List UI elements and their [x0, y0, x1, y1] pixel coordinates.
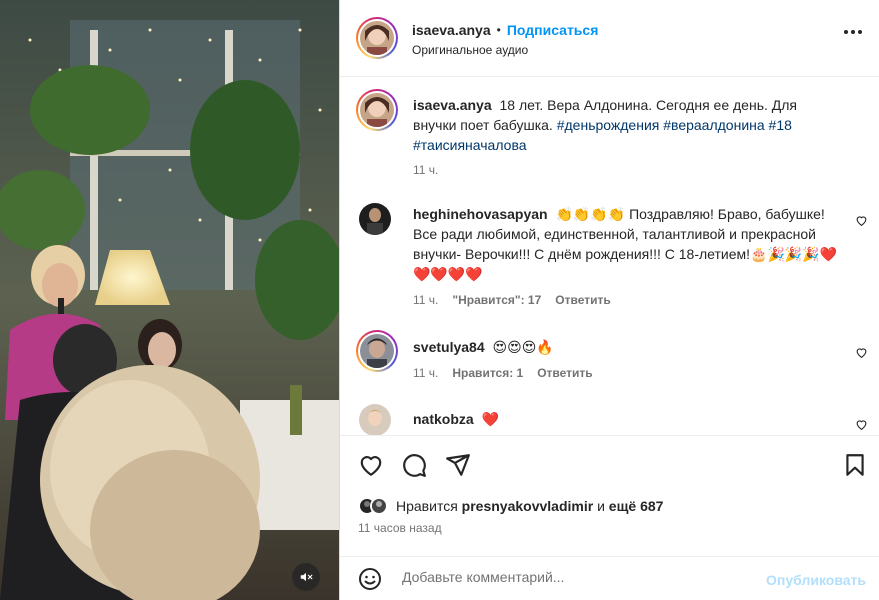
- heart-icon[interactable]: [855, 346, 868, 359]
- likes-summary: Нравится presnyakovvladimir и ещё 687: [358, 497, 663, 515]
- reply-button[interactable]: Ответить: [555, 293, 610, 307]
- comment-text: natkobza ❤️: [413, 409, 843, 429]
- liker-avatar: [370, 497, 388, 515]
- comment-body: ❤️: [481, 411, 500, 427]
- bookmark-icon[interactable]: [842, 452, 868, 478]
- likes-and: и: [597, 498, 605, 514]
- publish-button[interactable]: Опубликовать: [766, 572, 866, 588]
- comment-meta: 11 ч. Нравится: 1 Ответить: [413, 366, 593, 380]
- smiley-icon[interactable]: [358, 567, 382, 591]
- header-separator: •: [496, 23, 501, 37]
- comment-time[interactable]: 11 ч.: [413, 366, 438, 380]
- comment-username[interactable]: svetulya84: [413, 339, 485, 355]
- hashtag[interactable]: #таисияначалова: [413, 137, 527, 153]
- comment-username[interactable]: natkobza: [413, 411, 474, 427]
- comment-icon[interactable]: [401, 452, 427, 478]
- action-bar: [340, 435, 879, 485]
- caption-avatar[interactable]: [356, 89, 398, 131]
- heart-icon[interactable]: [855, 214, 868, 227]
- hashtag[interactable]: #деньрождения: [557, 117, 660, 133]
- comment-text: svetulya84 😍😍😍🔥: [413, 337, 843, 357]
- post-header: isaeva.anya • Подписаться Оригинальное а…: [340, 0, 879, 77]
- likes-prefix: Нравится: [396, 498, 458, 514]
- audio-label[interactable]: Оригинальное аудио: [412, 43, 528, 57]
- comment-meta: 11 ч. "Нравится": 17 Ответить: [413, 293, 611, 307]
- comment-form: Опубликовать: [340, 556, 879, 600]
- comment-avatar[interactable]: [359, 203, 391, 235]
- hashtag[interactable]: #18: [769, 117, 792, 133]
- comments-list[interactable]: isaeva.anya 18 лет. Вера Алдонина. Сегод…: [340, 78, 879, 435]
- comment-input[interactable]: [402, 569, 752, 585]
- comment-avatar[interactable]: [356, 330, 398, 372]
- comment-text: heghinehovasapyan 👏👏👏👏 Поздравляю! Браво…: [413, 204, 843, 284]
- comment-body: 😍😍😍🔥: [492, 339, 554, 355]
- share-icon[interactable]: [445, 452, 471, 478]
- comment-likes[interactable]: Нравится: 1: [452, 366, 523, 380]
- post-time[interactable]: 11 часов назад: [358, 521, 442, 535]
- comment-username[interactable]: heghinehovasapyan: [413, 206, 548, 222]
- comment-time[interactable]: 11 ч.: [413, 293, 438, 307]
- volume-muted-icon[interactable]: [292, 563, 320, 591]
- comment-avatar[interactable]: [359, 404, 391, 435]
- hashtag[interactable]: #вераалдонина: [663, 117, 764, 133]
- reply-button[interactable]: Ответить: [537, 366, 592, 380]
- post-media[interactable]: [0, 0, 339, 600]
- more-horizontal-icon[interactable]: [844, 30, 862, 34]
- caption-username[interactable]: isaeva.anya: [413, 97, 492, 113]
- caption-meta: 11 ч.: [413, 163, 438, 177]
- author-avatar[interactable]: [356, 17, 398, 59]
- video-frame: [0, 0, 339, 600]
- comment-emoji: 👏👏👏👏: [555, 206, 626, 222]
- caption-time[interactable]: 11 ч.: [413, 163, 438, 177]
- liker-username[interactable]: presnyakovvladimir: [462, 498, 594, 514]
- author-username[interactable]: isaeva.anya: [412, 22, 491, 38]
- follow-button[interactable]: Подписаться: [507, 22, 599, 38]
- post-panel: isaeva.anya • Подписаться Оригинальное а…: [339, 0, 879, 600]
- heart-icon[interactable]: [358, 452, 384, 478]
- likes-others[interactable]: ещё 687: [609, 498, 664, 514]
- caption: isaeva.anya 18 лет. Вера Алдонина. Сегод…: [413, 95, 843, 155]
- comment-likes[interactable]: "Нравится": 17: [452, 293, 541, 307]
- heart-icon[interactable]: [855, 418, 868, 431]
